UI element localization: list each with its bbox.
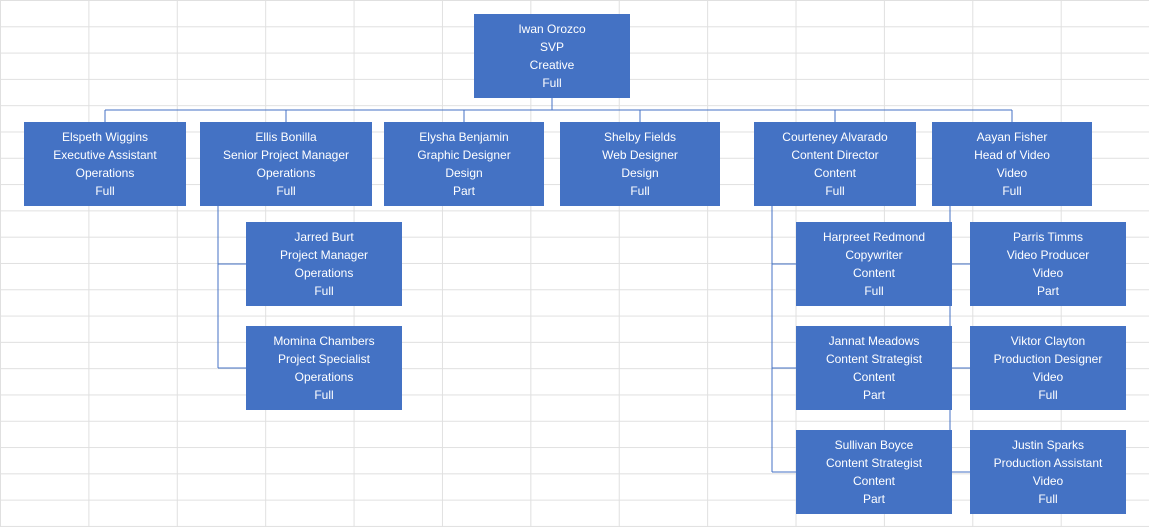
org-node[interactable]: Iwan OrozcoSVPCreativeFull — [474, 14, 630, 98]
org-node[interactable]: Jannat MeadowsContent StrategistContentP… — [796, 326, 952, 410]
org-node-name: Shelby Fields — [604, 128, 676, 146]
org-node[interactable]: Courteney AlvaradoContent DirectorConten… — [754, 122, 916, 206]
org-node-title: Executive Assistant — [53, 146, 156, 164]
org-node-dept: Video — [1033, 264, 1063, 282]
org-node-name: Courteney Alvarado — [782, 128, 887, 146]
org-node-status: Part — [1037, 282, 1059, 300]
org-node-title: Graphic Designer — [417, 146, 510, 164]
org-chart-canvas: Iwan OrozcoSVPCreativeFullElspeth Wiggin… — [0, 0, 1149, 527]
org-node[interactable]: Ellis BonillaSenior Project ManagerOpera… — [200, 122, 372, 206]
org-node[interactable]: Shelby FieldsWeb DesignerDesignFull — [560, 122, 720, 206]
org-node-status: Part — [863, 490, 885, 508]
org-node-title: Content Strategist — [826, 454, 922, 472]
org-node[interactable]: Justin SparksProduction AssistantVideoFu… — [970, 430, 1126, 514]
org-node-status: Full — [1038, 490, 1057, 508]
org-node-name: Momina Chambers — [273, 332, 374, 350]
org-node-dept: Video — [1033, 368, 1063, 386]
org-node-status: Full — [95, 182, 114, 200]
org-node-name: Harpreet Redmond — [823, 228, 925, 246]
org-node[interactable]: Harpreet RedmondCopywriterContentFull — [796, 222, 952, 306]
org-node-dept: Design — [445, 164, 482, 182]
org-node-title: Content Director — [791, 146, 878, 164]
org-node-dept: Content — [853, 368, 895, 386]
org-node-title: Web Designer — [602, 146, 678, 164]
org-node-dept: Operations — [295, 368, 354, 386]
org-node-dept: Video — [1033, 472, 1063, 490]
org-node-name: Parris Timms — [1013, 228, 1083, 246]
org-node-status: Full — [314, 386, 333, 404]
org-node-title: Senior Project Manager — [223, 146, 349, 164]
org-node[interactable]: Elysha BenjaminGraphic DesignerDesignPar… — [384, 122, 544, 206]
org-node-name: Jannat Meadows — [829, 332, 920, 350]
org-node[interactable]: Parris TimmsVideo ProducerVideoPart — [970, 222, 1126, 306]
org-node-dept: Video — [997, 164, 1027, 182]
org-node-title: Project Specialist — [278, 350, 370, 368]
org-node-dept: Design — [621, 164, 658, 182]
org-node-title: SVP — [540, 38, 564, 56]
org-node-name: Justin Sparks — [1012, 436, 1084, 454]
org-node[interactable]: Elspeth WigginsExecutive AssistantOperat… — [24, 122, 186, 206]
org-node-dept: Operations — [295, 264, 354, 282]
org-node-status: Part — [453, 182, 475, 200]
org-node-status: Full — [542, 74, 561, 92]
org-node-dept: Content — [853, 264, 895, 282]
org-node-dept: Content — [814, 164, 856, 182]
org-node-name: Viktor Clayton — [1011, 332, 1085, 350]
org-node-title: Video Producer — [1007, 246, 1090, 264]
org-node-name: Sullivan Boyce — [835, 436, 914, 454]
org-node-dept: Creative — [530, 56, 575, 74]
org-node[interactable]: Momina ChambersProject SpecialistOperati… — [246, 326, 402, 410]
org-node-dept: Operations — [257, 164, 316, 182]
org-node-title: Production Designer — [994, 350, 1103, 368]
org-node-title: Copywriter — [845, 246, 902, 264]
org-node[interactable]: Jarred BurtProject ManagerOperationsFull — [246, 222, 402, 306]
org-node-dept: Operations — [76, 164, 135, 182]
org-node[interactable]: Sullivan BoyceContent StrategistContentP… — [796, 430, 952, 514]
org-node-name: Iwan Orozco — [518, 20, 585, 38]
org-node-title: Project Manager — [280, 246, 368, 264]
org-node-status: Full — [314, 282, 333, 300]
org-node-name: Aayan Fisher — [977, 128, 1048, 146]
org-node[interactable]: Viktor ClaytonProduction DesignerVideoFu… — [970, 326, 1126, 410]
org-node-status: Full — [1002, 182, 1021, 200]
org-node-name: Elspeth Wiggins — [62, 128, 148, 146]
org-node-title: Production Assistant — [994, 454, 1103, 472]
org-node-status: Full — [630, 182, 649, 200]
org-node-status: Full — [864, 282, 883, 300]
org-node-status: Full — [825, 182, 844, 200]
org-node-name: Jarred Burt — [294, 228, 353, 246]
org-node-title: Content Strategist — [826, 350, 922, 368]
org-node-name: Elysha Benjamin — [419, 128, 508, 146]
org-node-status: Part — [863, 386, 885, 404]
org-node-title: Head of Video — [974, 146, 1050, 164]
org-node-status: Full — [276, 182, 295, 200]
org-node-dept: Content — [853, 472, 895, 490]
org-node[interactable]: Aayan FisherHead of VideoVideoFull — [932, 122, 1092, 206]
org-node-name: Ellis Bonilla — [255, 128, 316, 146]
org-node-status: Full — [1038, 386, 1057, 404]
